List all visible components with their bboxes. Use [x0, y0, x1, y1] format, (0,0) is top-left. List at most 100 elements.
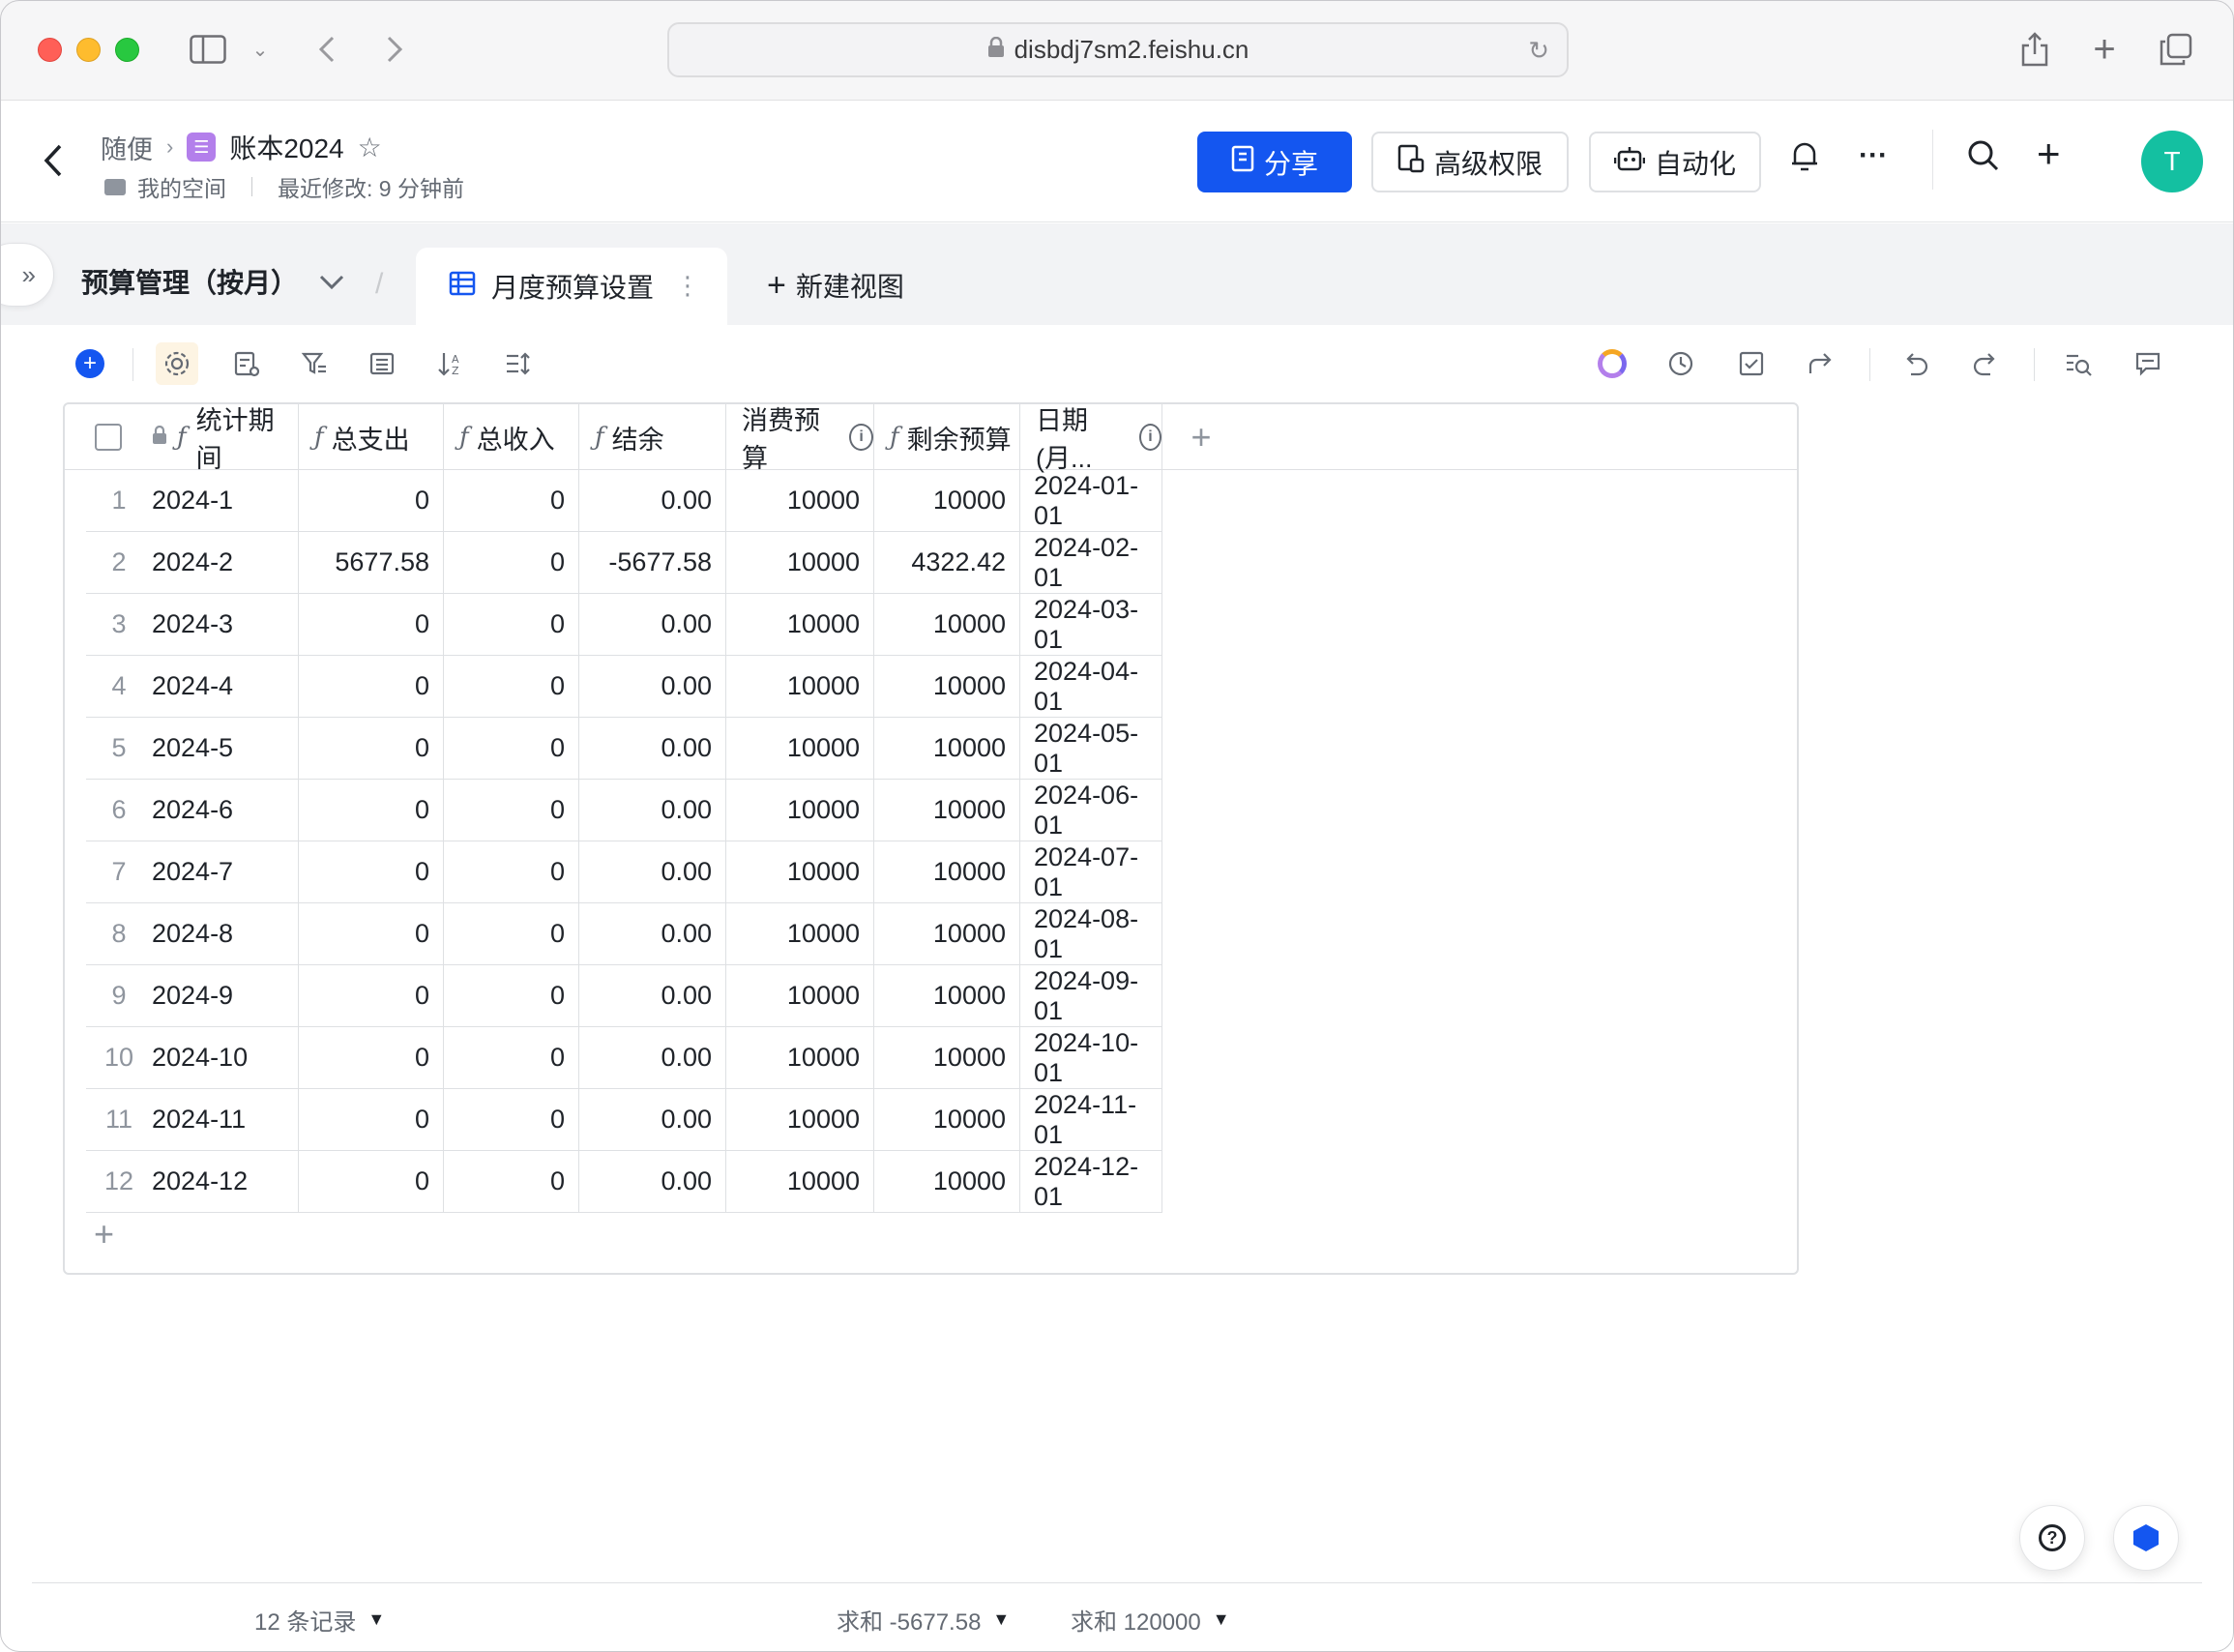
column-header-income[interactable]: ƒ 总收入: [444, 404, 579, 470]
cell-balance[interactable]: 0.00: [579, 841, 726, 903]
table-row[interactable]: 2 2024-2 5677.58 0 -5677.58 10000 4322.42 2024-…: [65, 532, 1797, 594]
cell-income[interactable]: 0: [444, 656, 579, 718]
breadcrumb-parent[interactable]: 随便: [101, 129, 153, 166]
cell-expense[interactable]: 5677.58: [299, 532, 444, 594]
table-row[interactable]: 1 2024-1 0 0 0.00 10000 10000 2024-01-01: [65, 470, 1797, 532]
cell-expense[interactable]: 0: [299, 718, 444, 780]
cell-remaining[interactable]: 10000: [874, 656, 1020, 718]
cell-balance[interactable]: -5677.58: [579, 532, 726, 594]
cell-expense[interactable]: 0: [299, 1089, 444, 1151]
record-count[interactable]: 12 条记录 ▼: [254, 1603, 385, 1637]
column-header-period[interactable]: ƒ 统计期间: [152, 404, 299, 473]
forward-arrow-icon[interactable]: [377, 27, 412, 72]
cell-expense[interactable]: 0: [299, 656, 444, 718]
cell-remaining[interactable]: 10000: [874, 841, 1020, 903]
cell-income[interactable]: 0: [444, 841, 579, 903]
cell-remaining[interactable]: 10000: [874, 594, 1020, 656]
table-row[interactable]: 8 2024-8 0 0 0.00 10000 10000 2024-08-01: [65, 903, 1797, 965]
cell-income[interactable]: 0: [444, 470, 579, 532]
info-icon[interactable]: i: [849, 424, 873, 451]
cell-date[interactable]: 2024-09-01: [1020, 965, 1162, 1027]
cell-income[interactable]: 0: [444, 594, 579, 656]
avatar[interactable]: T: [2141, 131, 2203, 192]
cell-expense[interactable]: 0: [299, 903, 444, 965]
row-height-icon[interactable]: [496, 342, 539, 385]
cell-remaining[interactable]: 4322.42: [874, 532, 1020, 594]
back-icon[interactable]: [43, 143, 64, 185]
settings-gear-icon[interactable]: [156, 342, 198, 385]
cell-remaining[interactable]: 10000: [874, 1089, 1020, 1151]
cell-remaining[interactable]: 10000: [874, 903, 1020, 965]
form-check-icon[interactable]: [1730, 342, 1773, 385]
add-row-button[interactable]: +: [94, 1217, 114, 1252]
cell-remaining[interactable]: 10000: [874, 1027, 1020, 1089]
address-bar[interactable]: disbdj7sm2.feishu.cn ↻: [667, 22, 1569, 77]
cell-income[interactable]: 0: [444, 965, 579, 1027]
zoom-window-button[interactable]: [115, 38, 139, 62]
automation-button[interactable]: 自动化: [1589, 132, 1761, 192]
sort-icon[interactable]: AZ: [428, 342, 471, 385]
find-icon[interactable]: [2057, 342, 2100, 385]
cell-date[interactable]: 2024-05-01: [1020, 718, 1162, 780]
add-icon[interactable]: +: [2037, 133, 2061, 174]
help-button[interactable]: ?: [2019, 1505, 2085, 1571]
group-icon[interactable]: [361, 342, 403, 385]
expand-sidebar-icon[interactable]: »: [0, 243, 54, 307]
table-row[interactable]: 3 2024-3 0 0 0.00 10000 10000 2024-03-01: [65, 594, 1797, 656]
cell-expense[interactable]: 0: [299, 841, 444, 903]
cell-date[interactable]: 2024-02-01: [1020, 532, 1162, 594]
cell-balance[interactable]: 0.00: [579, 470, 726, 532]
cell-income[interactable]: 0: [444, 903, 579, 965]
cell-budget[interactable]: 10000: [726, 470, 874, 532]
cell-income[interactable]: 0: [444, 1089, 579, 1151]
table-row[interactable]: 4 2024-4 0 0 0.00 10000 10000 2024-04-01: [65, 656, 1797, 718]
table-row[interactable]: 6 2024-6 0 0 0.00 10000 10000 2024-06-01: [65, 780, 1797, 841]
column-header-budget[interactable]: 消费预算 i: [726, 404, 874, 473]
cell-period[interactable]: 2024-11: [152, 1089, 299, 1151]
cell-remaining[interactable]: 10000: [874, 470, 1020, 532]
cell-budget[interactable]: 10000: [726, 841, 874, 903]
sum-balance[interactable]: 求和 -5677.58 ▼: [837, 1603, 1010, 1637]
cell-budget[interactable]: 10000: [726, 532, 874, 594]
back-arrow-icon[interactable]: [309, 27, 344, 72]
cell-balance[interactable]: 0.00: [579, 780, 726, 841]
close-window-button[interactable]: [38, 38, 62, 62]
cell-period[interactable]: 2024-2: [152, 532, 299, 594]
cell-period[interactable]: 2024-12: [152, 1151, 299, 1213]
cell-budget[interactable]: 10000: [726, 594, 874, 656]
select-all-checkbox[interactable]: [65, 404, 152, 470]
cell-income[interactable]: 0: [444, 1151, 579, 1213]
cell-date[interactable]: 2024-07-01: [1020, 841, 1162, 903]
table-row[interactable]: 9 2024-9 0 0 0.00 10000 10000 2024-09-01: [65, 965, 1797, 1027]
table-selector[interactable]: 预算管理（按月）: [81, 262, 344, 301]
table-row[interactable]: 10 2024-10 0 0 0.00 10000 10000 2024-10-01: [65, 1027, 1797, 1089]
field-config-icon[interactable]: [225, 342, 268, 385]
cell-date[interactable]: 2024-11-01: [1020, 1089, 1162, 1151]
table-row[interactable]: 7 2024-7 0 0 0.00 10000 10000 2024-07-01: [65, 841, 1797, 903]
cell-budget[interactable]: 10000: [726, 903, 874, 965]
cell-expense[interactable]: 0: [299, 470, 444, 532]
cell-income[interactable]: 0: [444, 1027, 579, 1089]
table-row[interactable]: 5 2024-5 0 0 0.00 10000 10000 2024-05-01: [65, 718, 1797, 780]
cell-balance[interactable]: 0.00: [579, 1027, 726, 1089]
assistant-button[interactable]: [2113, 1505, 2179, 1571]
search-icon[interactable]: [1967, 139, 2000, 178]
cell-expense[interactable]: 0: [299, 965, 444, 1027]
cell-income[interactable]: 0: [444, 532, 579, 594]
cell-period[interactable]: 2024-5: [152, 718, 299, 780]
info-icon[interactable]: i: [1139, 424, 1161, 451]
cell-period[interactable]: 2024-8: [152, 903, 299, 965]
ai-assistant-icon[interactable]: [1591, 342, 1633, 385]
doc-title[interactable]: 账本2024: [229, 128, 343, 166]
cell-balance[interactable]: 0.00: [579, 965, 726, 1027]
star-icon[interactable]: ☆: [358, 132, 382, 163]
add-record-button[interactable]: +: [69, 342, 111, 385]
sum-budget[interactable]: 求和 120000 ▼: [1071, 1603, 1230, 1637]
cell-expense[interactable]: 0: [299, 780, 444, 841]
tab-monthly-budget[interactable]: 月度预算设置 ⋮: [416, 248, 727, 325]
more-icon[interactable]: ···: [1859, 141, 1888, 170]
comment-icon[interactable]: [2127, 342, 2169, 385]
sidebar-toggle-icon[interactable]: [186, 27, 230, 72]
cell-expense[interactable]: 0: [299, 1027, 444, 1089]
cell-date[interactable]: 2024-12-01: [1020, 1151, 1162, 1213]
